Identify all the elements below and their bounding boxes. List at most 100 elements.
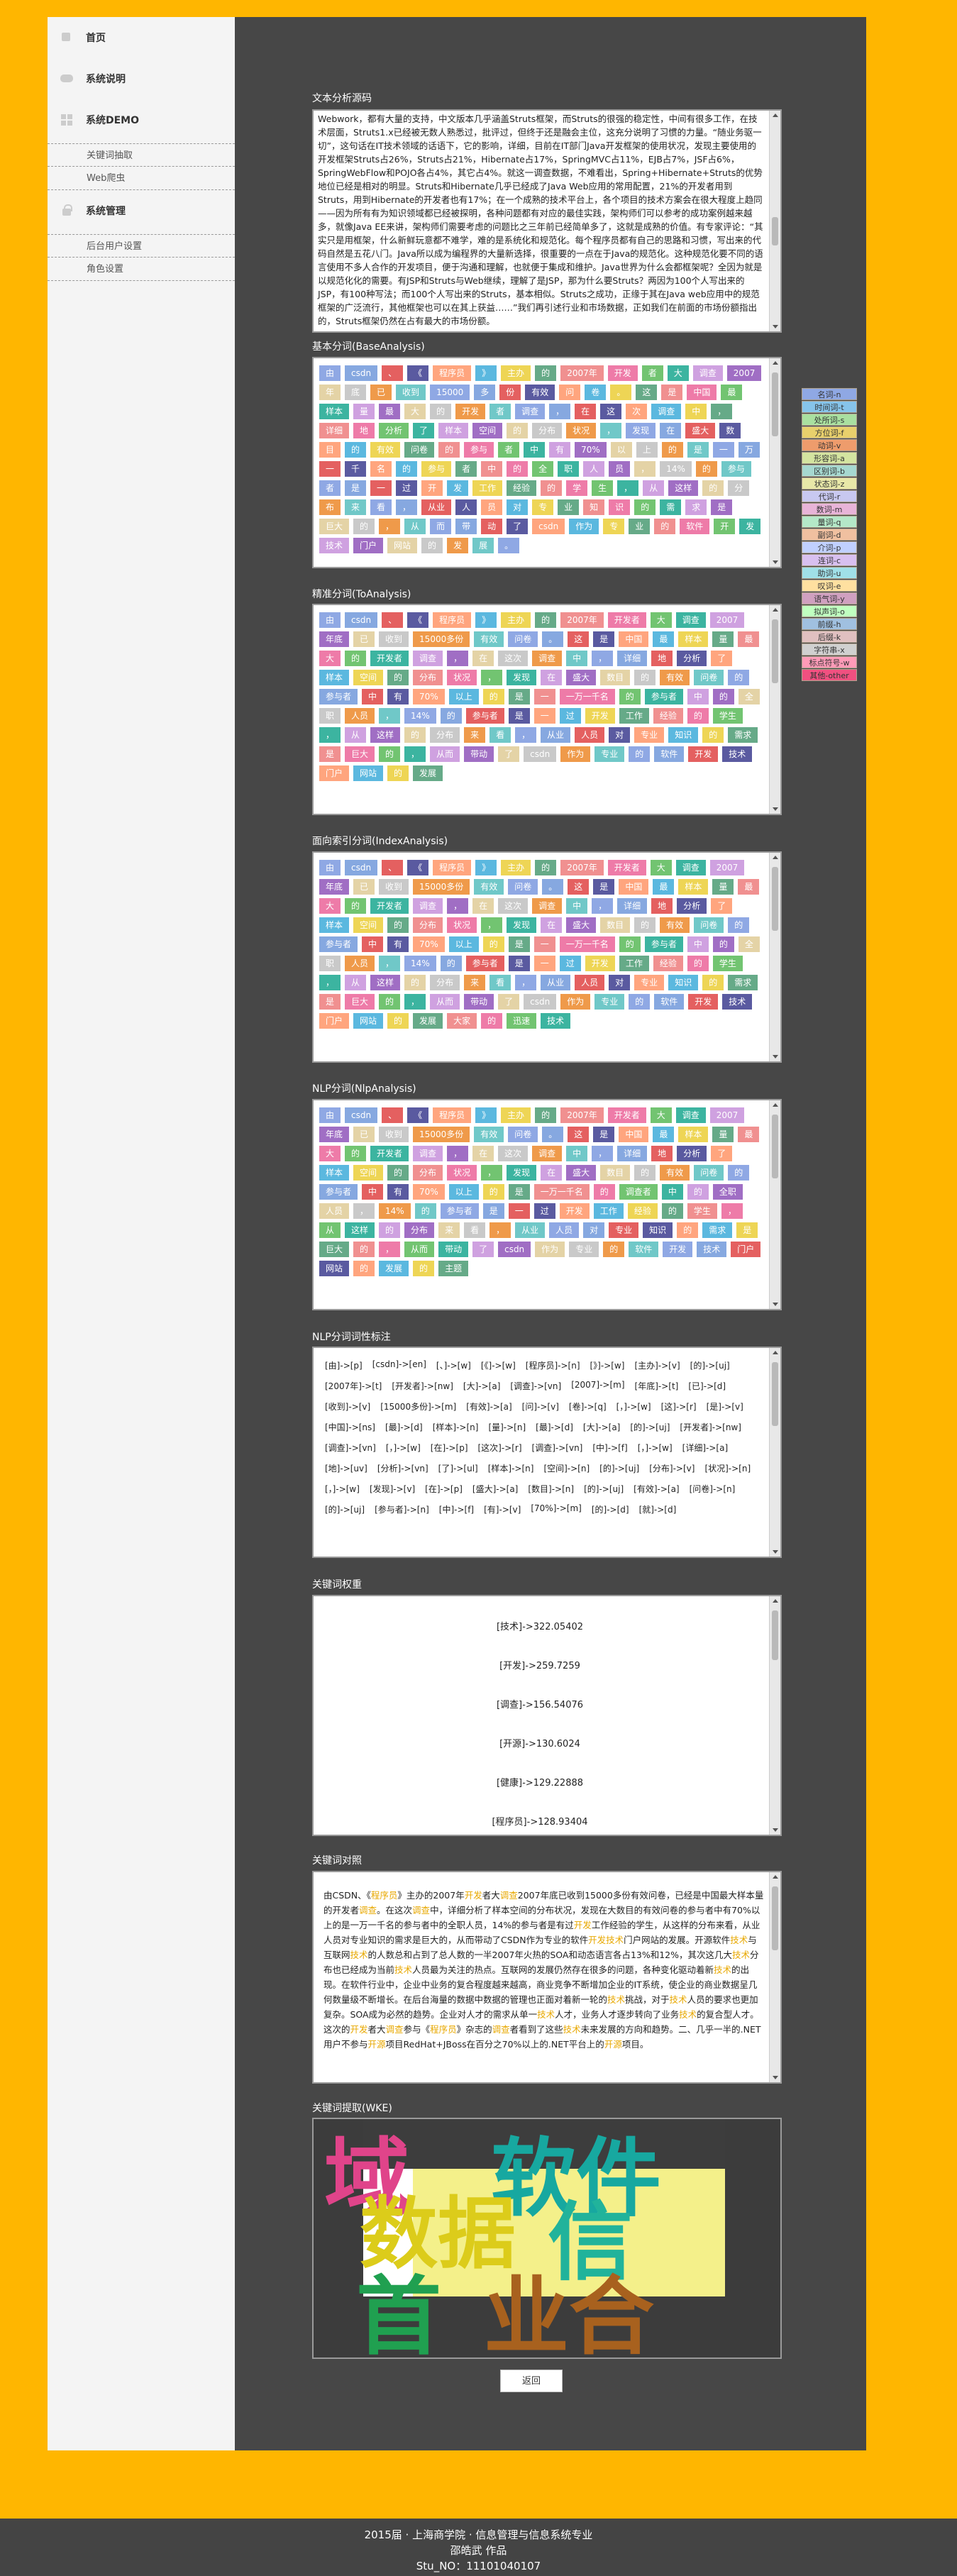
nlp-analysis-panel[interactable]: 由 csdn、《程序员》主办的 2007年 开发者大调查 2007 年底已收到 15000多…	[312, 1099, 782, 1310]
token-tag: 在	[472, 898, 494, 914]
index-analysis-panel[interactable]: 由 csdn、《程序员》主办的 2007年 开发者大调查 2007 年底已收到 15000多…	[312, 851, 782, 1063]
nav-description[interactable]: 系统说明	[48, 58, 235, 99]
highlight-panel[interactable]: 由CSDN、《程序员》主办的2007年开发者大调查2007年底已收到15000多…	[312, 1871, 782, 2084]
token-tag: 从而	[404, 1242, 435, 1257]
back-button[interactable]: 返回	[500, 2370, 563, 2392]
keyword-weight-item: [开发]->259.7259	[499, 1661, 580, 1671]
to-analysis-panel[interactable]: 由 csdn、《程序员》主办的 2007年 开发者大调查 2007 年底已收到 15000多…	[312, 604, 782, 815]
token-tag: 调查	[675, 612, 706, 628]
highlight-segment: 者看到了这些	[509, 2024, 563, 2035]
token-tag: 是	[508, 1184, 530, 1200]
pos-attr-item: [《]->[w]	[480, 1361, 516, 1371]
source-scrollbar[interactable]	[769, 111, 780, 331]
token-tag: 者	[319, 480, 341, 496]
token-tag: 的	[535, 860, 557, 875]
token-tag: ，	[447, 898, 469, 914]
token-tag: 的	[702, 727, 724, 743]
token-tag: 2007年	[560, 860, 604, 875]
token-tag: 的	[507, 423, 529, 438]
token-tag: 》	[475, 612, 497, 628]
token-tag: 由	[319, 612, 341, 628]
token-tag: 大	[667, 365, 689, 381]
token-tag: 知	[583, 499, 605, 515]
token-tag: 以上	[448, 1184, 479, 1200]
nlp-scrollbar[interactable]	[769, 1100, 780, 1309]
weight-panel[interactable]: [技术]->322.05402 [开发]->259.7259 [调查]->156.5…	[312, 1595, 782, 1836]
token-tag: 的	[661, 1203, 683, 1219]
pos-attr-item: [调查]->[vn]	[531, 1443, 583, 1453]
token-tag: 专业	[634, 975, 665, 990]
pos-attr-item: [已]->[d]	[688, 1381, 726, 1391]
highlight-keyword: 调查	[492, 2024, 510, 2035]
pos-attr-item: [csdn]->[en]	[372, 1359, 426, 1369]
token-tag: 多	[474, 385, 496, 400]
legend-item: 数词-m	[802, 503, 857, 515]
nav-home[interactable]: 首页	[48, 17, 235, 58]
pos-attr-item: [2007年]->[t]	[325, 1381, 382, 1391]
token-tag: 分布	[532, 423, 563, 438]
submenu-keyword-extract[interactable]: 关键词抽取	[48, 143, 235, 167]
index-scrollbar[interactable]	[769, 853, 780, 1061]
highlight-keyword: 调查	[499, 1890, 518, 1901]
token-tag: 作为	[560, 746, 591, 762]
token-tag: 调查	[515, 404, 546, 419]
token-tag: 开发者	[607, 860, 646, 875]
nav-admin[interactable]: 系统管理	[48, 190, 235, 231]
nlp-attr-scrollbar[interactable]	[769, 1348, 780, 1557]
token-tag: 一	[508, 1203, 530, 1219]
legend-item: 区别词-b	[802, 465, 857, 477]
token-tag: 样本	[319, 1165, 350, 1181]
highlight-keyword: 调查	[412, 1905, 431, 1916]
pos-attr-item: [调查]->[vn]	[325, 1443, 376, 1453]
base-scrollbar[interactable]	[769, 358, 780, 567]
nlp-token-list: 由 csdn、《程序员》主办的 2007年 开发者大调查 2007 年底已收到 15000多…	[314, 1100, 780, 1276]
highlight-keyword: 调查	[385, 2024, 404, 2035]
token-tag: 一	[712, 442, 734, 458]
submenu-web-crawler[interactable]: Web爬虫	[48, 167, 235, 190]
token-tag: 巨大	[345, 746, 375, 762]
token-tag: 全职	[712, 1184, 743, 1200]
token-tag: ，	[404, 994, 426, 1010]
token-tag: 中	[566, 898, 588, 914]
token-tag: 是	[711, 499, 733, 515]
token-tag: 中	[687, 936, 709, 952]
highlight-keyword: 开源	[604, 2039, 622, 2050]
token-tag: 职	[319, 708, 341, 724]
token-tag: 人员	[549, 1222, 580, 1238]
highlight-scrollbar[interactable]	[769, 1872, 780, 2082]
to-scrollbar[interactable]	[769, 605, 780, 814]
token-tag: 职	[558, 461, 580, 477]
token-tag: 以上	[448, 936, 479, 952]
token-tag: 主办	[501, 860, 531, 875]
token-tag: 的	[387, 1013, 409, 1029]
token-tag: 者	[498, 442, 520, 458]
token-tag: ，	[592, 651, 614, 666]
token-tag: 软件	[654, 746, 685, 762]
token-tag: 《	[407, 1107, 429, 1123]
token-tag: 15000	[430, 385, 470, 400]
weight-scrollbar[interactable]	[769, 1596, 780, 1835]
token-tag: 发展	[379, 1261, 409, 1276]
source-textarea[interactable]: Webwork，都有大量的支持，中文版本几乎涵盖Struts框架，而Struts…	[312, 109, 782, 333]
token-tag: 是	[687, 442, 709, 458]
submenu-user-settings[interactable]: 后台用户设置	[48, 234, 235, 258]
token-tag: 业	[629, 519, 651, 534]
section-title-source: 文本分析源码	[312, 93, 372, 104]
token-tag: 的	[440, 708, 462, 724]
token-tag: 这	[568, 879, 590, 895]
token-tag: 样本	[319, 917, 350, 933]
token-tag: 2007年	[560, 1107, 604, 1123]
nlp-attr-panel[interactable]: [由]->[p] [csdn]->[en] [、]->[w] [《]->[w] [程序员…	[312, 1347, 782, 1558]
base-analysis-panel[interactable]: 由 csdn、《程序员》主办的 2007年 开发者大调查 2007 年底已收到 15000 多…	[312, 357, 782, 568]
token-tag: 学生	[712, 708, 743, 724]
nav-demo[interactable]: 系统DEMO	[48, 99, 235, 140]
token-tag: 样本	[319, 404, 350, 419]
nav-admin-label: 系统管理	[86, 206, 126, 217]
pos-attr-item: [分布]->[v]	[649, 1464, 695, 1474]
pos-attr-item: [》]->[w]	[590, 1361, 625, 1371]
highlight-segment: 挑战，对于	[625, 1994, 670, 2005]
index-token-list: 由 csdn、《程序员》主办的 2007年 开发者大调查 2007 年底已收到 15000多…	[314, 853, 780, 1029]
token-tag: 这次	[498, 651, 529, 666]
submenu-role-settings[interactable]: 角色设置	[48, 258, 235, 281]
token-tag: 的	[482, 936, 504, 952]
